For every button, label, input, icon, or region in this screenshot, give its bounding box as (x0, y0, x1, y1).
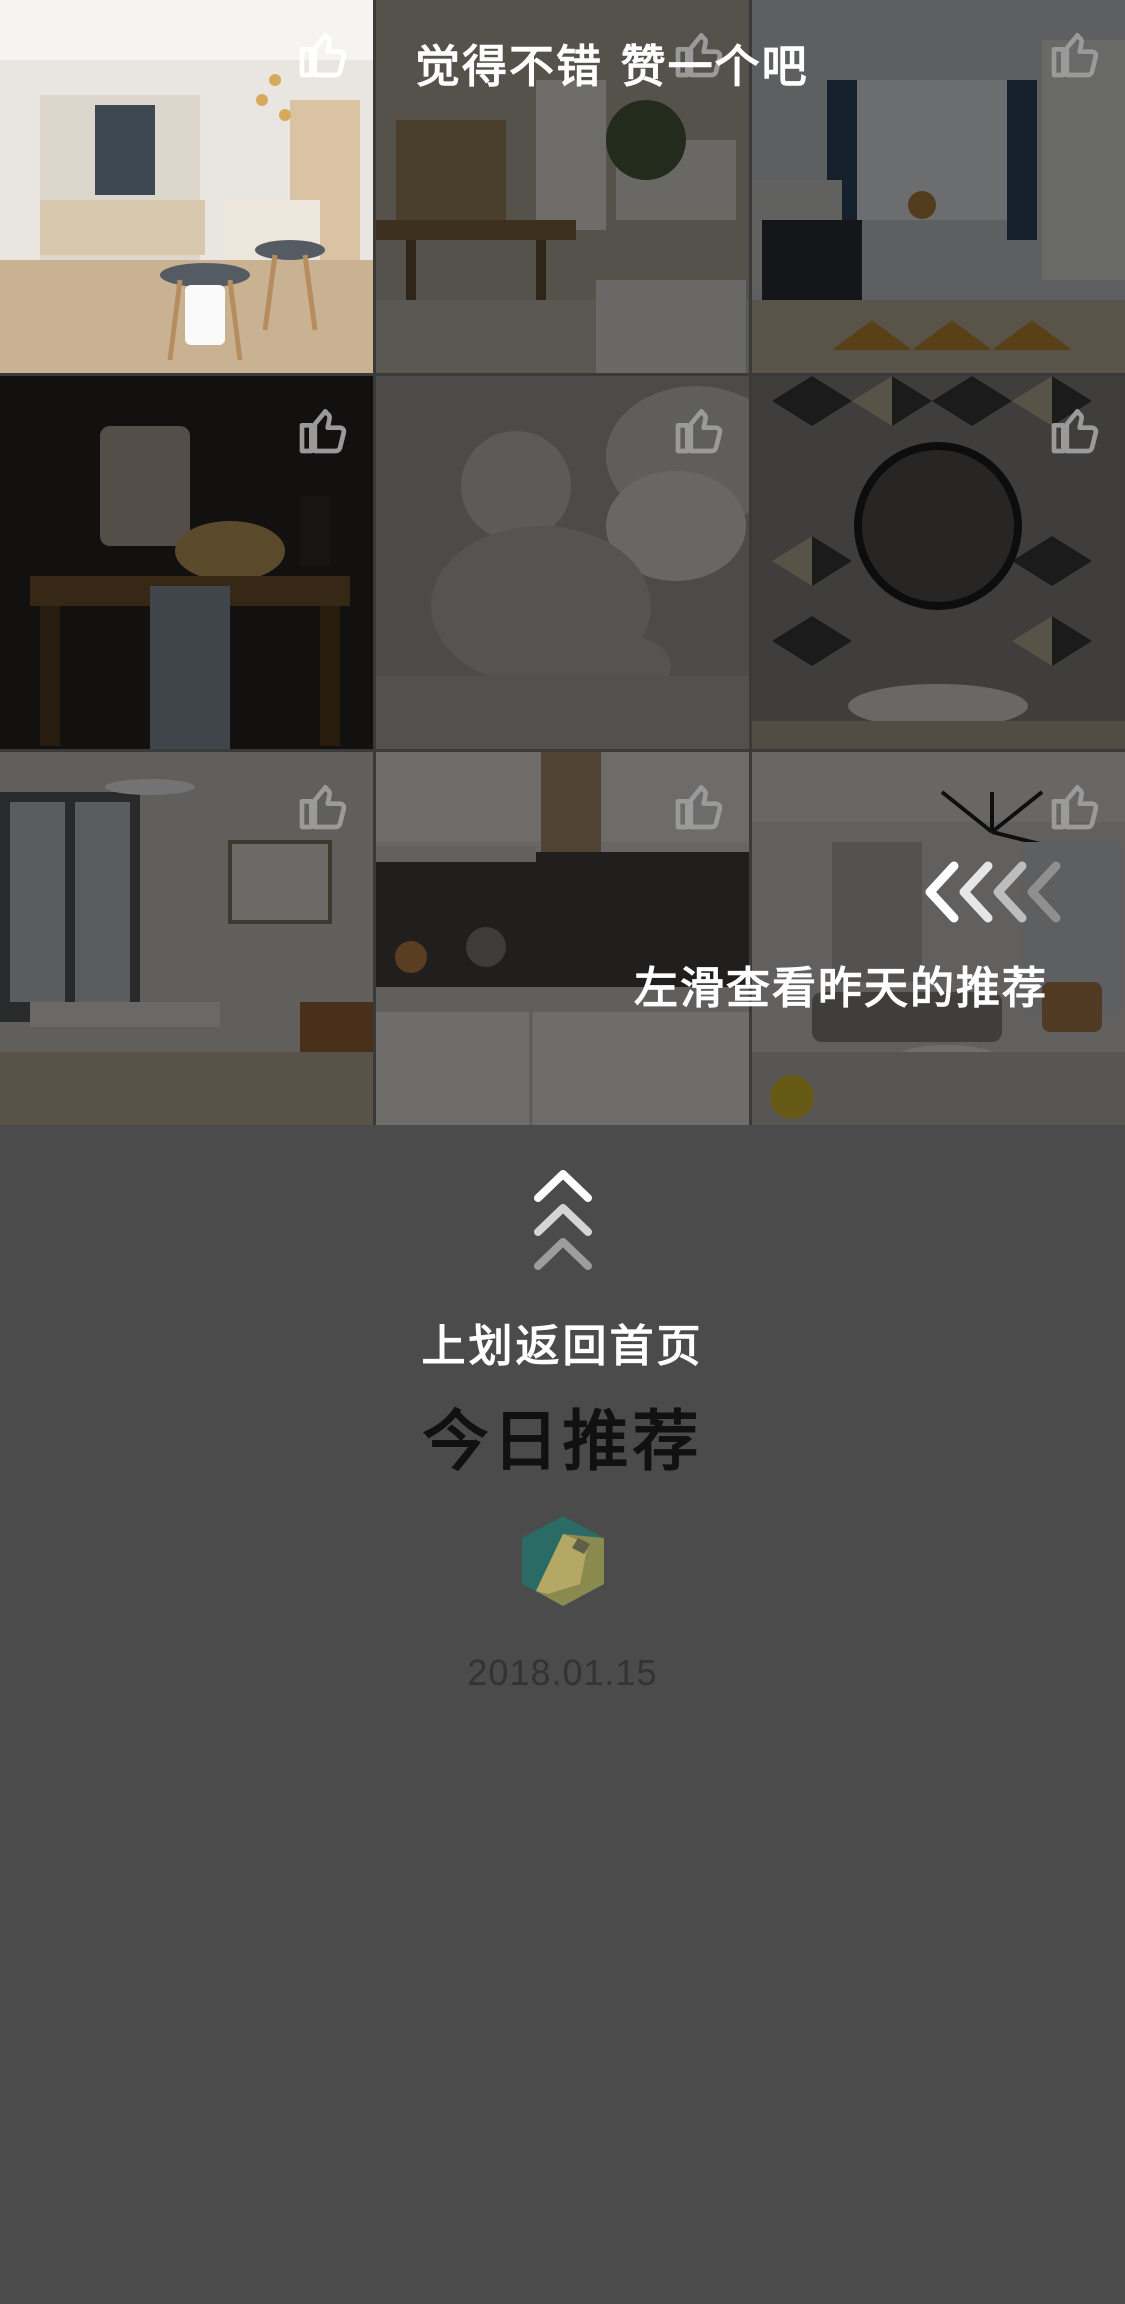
thumbs-up-icon[interactable] (1047, 402, 1103, 458)
swipe-up-hint-text: 上划返回首页 (421, 1321, 704, 1372)
thumbs-up-icon[interactable] (671, 778, 727, 834)
photo-tile-kitchen-counter[interactable] (376, 752, 749, 1125)
photo-tile-baby-on-sofa[interactable] (376, 376, 749, 749)
photo-tile-modern-living-room[interactable] (752, 752, 1125, 1125)
thumbs-up-icon[interactable] (295, 26, 351, 82)
photo-tile-bathroom-mirror[interactable] (752, 376, 1125, 749)
thumbs-up-icon[interactable] (1047, 26, 1103, 82)
chevrons-left-icon (920, 860, 1070, 924)
thumbs-up-icon[interactable] (295, 778, 351, 834)
thumbs-up-icon[interactable] (671, 402, 727, 458)
swipe-left-hint-text: 左滑查看昨天的推荐 (634, 963, 1048, 1014)
thumbs-up-icon[interactable] (1047, 778, 1103, 834)
photo-tile-kitchen-island[interactable] (0, 0, 373, 373)
date-label: 2018.01.15 (467, 1652, 658, 1693)
app-logo-icon (518, 1514, 608, 1608)
like-hint-text: 觉得不错 赞一个吧 (415, 40, 809, 93)
page-title: 今日推荐 (422, 1403, 703, 1480)
thumbs-up-icon[interactable] (295, 402, 351, 458)
photo-tile-dining-area[interactable] (0, 752, 373, 1125)
chevrons-up-icon (532, 1168, 594, 1278)
photo-tile-bread-still-life[interactable] (0, 376, 373, 749)
